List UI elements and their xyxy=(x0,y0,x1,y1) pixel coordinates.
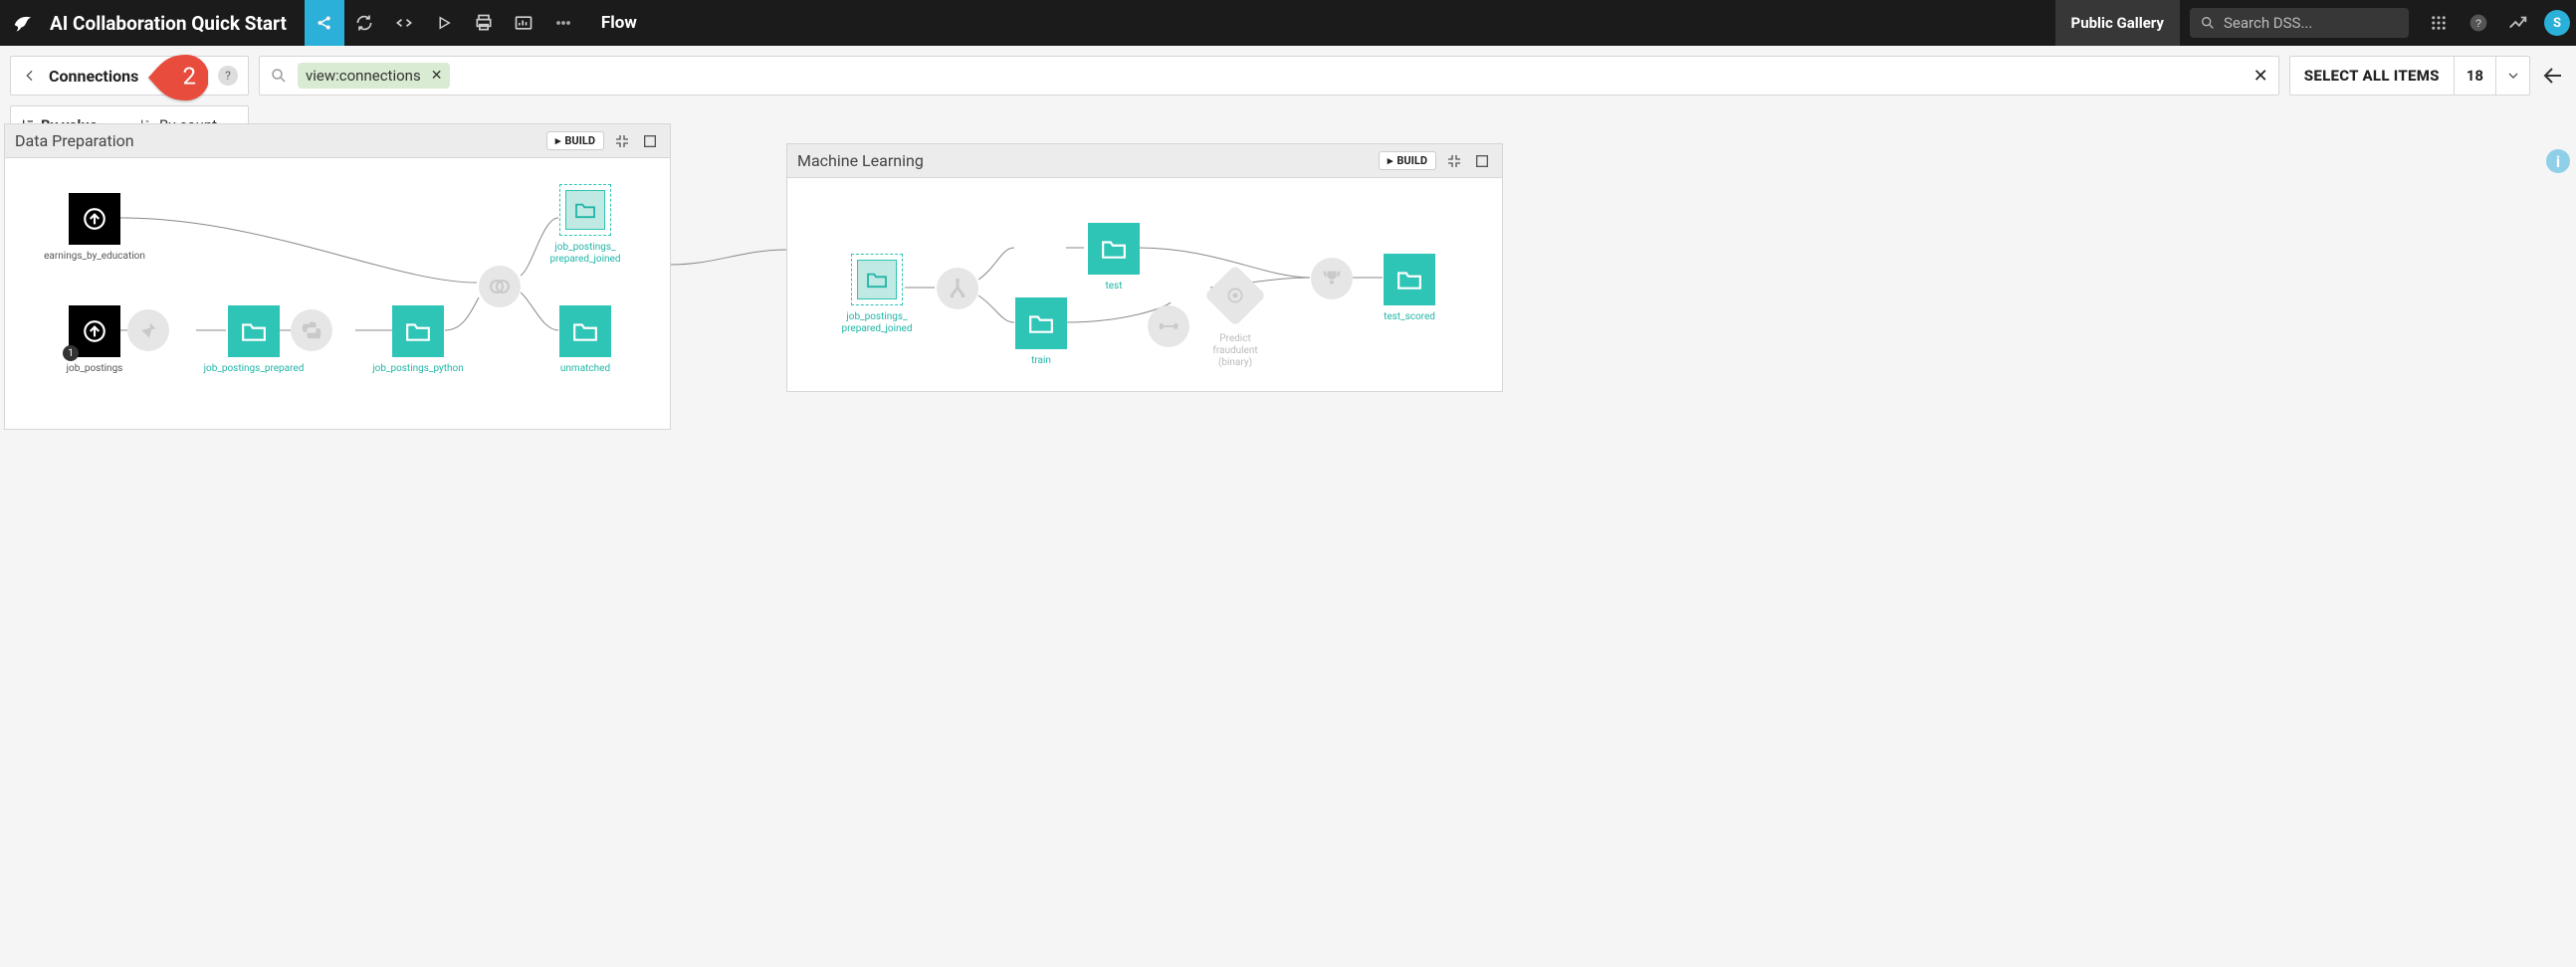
upload-icon xyxy=(82,318,107,344)
svg-text:?: ? xyxy=(2475,18,2481,30)
split-icon xyxy=(947,278,968,299)
share-icon[interactable] xyxy=(305,0,344,46)
python-icon xyxy=(301,319,322,341)
connections-pill[interactable]: Connections 2 ? xyxy=(10,56,249,96)
chevron-left-icon xyxy=(21,68,39,84)
folder-icon xyxy=(1396,269,1422,290)
code-icon[interactable] xyxy=(384,0,424,46)
dataset-test-scored[interactable]: test_scored xyxy=(1355,254,1464,323)
callout-bubble: 2 xyxy=(148,55,208,100)
build-button[interactable]: ▸ BUILD xyxy=(546,131,604,150)
dataset-unmatched[interactable]: unmatched xyxy=(531,305,640,375)
recipe-python[interactable] xyxy=(289,309,334,351)
recipe-split[interactable] xyxy=(935,268,980,309)
play-icon[interactable] xyxy=(424,0,464,46)
recipe-score[interactable] xyxy=(1309,258,1355,299)
dataset-earnings[interactable]: earnings_by_education xyxy=(40,193,149,263)
select-all-count: 18 xyxy=(2454,57,2495,95)
recipe-train[interactable] xyxy=(1146,305,1191,347)
search-icon xyxy=(270,67,288,85)
chevron-down-icon xyxy=(2505,68,2521,84)
dataset-ml-input[interactable]: job_postings_ prepared_joined xyxy=(822,254,932,335)
public-gallery-button[interactable]: Public Gallery xyxy=(2055,0,2180,46)
user-avatar[interactable]: S xyxy=(2544,10,2570,36)
folder-icon xyxy=(574,201,596,219)
join-icon xyxy=(488,275,512,298)
dataset-joined[interactable]: job_postings_ prepared_joined xyxy=(531,184,640,266)
target-icon xyxy=(1225,286,1245,305)
section-flow-label[interactable]: Flow xyxy=(601,13,637,33)
model-predict[interactable]: Predict fraudulent (binary) xyxy=(1205,274,1265,369)
search-icon xyxy=(2200,15,2216,31)
recipe-prepare[interactable] xyxy=(125,309,171,351)
logo-bird-icon[interactable] xyxy=(10,10,36,36)
folder-icon xyxy=(405,320,431,342)
chip-remove-icon[interactable]: ✕ xyxy=(431,68,443,84)
discussion-badge[interactable]: 1 xyxy=(63,345,79,361)
folder-icon xyxy=(866,271,888,289)
back-arrow-icon[interactable] xyxy=(2540,64,2566,88)
collapse-icon[interactable] xyxy=(1444,153,1464,169)
circle-arrows-icon[interactable] xyxy=(344,0,384,46)
dumbbell-icon xyxy=(1158,315,1180,337)
help-badge-icon[interactable]: ? xyxy=(218,66,238,86)
toolbar-row: Connections 2 ? view:connections ✕ ✕ SEL… xyxy=(0,46,2576,105)
select-all-button[interactable]: SELECT ALL ITEMS 18 xyxy=(2289,56,2530,96)
top-bar: AI Collaboration Quick Start Flow Public… xyxy=(0,0,2576,46)
select-all-dropdown[interactable] xyxy=(2495,57,2529,95)
zone-machine-learning[interactable]: Machine Learning ▸ BUILD job_postings_ p… xyxy=(786,143,1503,392)
folder-icon xyxy=(1101,238,1127,260)
folder-icon xyxy=(572,320,598,342)
project-title[interactable]: AI Collaboration Quick Start xyxy=(50,12,287,35)
trophy-icon xyxy=(1321,268,1343,290)
callout-number: 2 xyxy=(183,63,197,91)
zone-title: Data Preparation xyxy=(15,131,134,150)
broom-icon xyxy=(138,320,158,340)
global-search-input[interactable]: Search DSS... xyxy=(2190,8,2409,38)
flow-search-bar[interactable]: view:connections ✕ ✕ xyxy=(259,56,2279,96)
recipe-join[interactable] xyxy=(477,266,523,307)
help-icon[interactable]: ? xyxy=(2463,7,2494,39)
trend-icon[interactable] xyxy=(2502,7,2534,39)
build-button[interactable]: ▸ BUILD xyxy=(1379,151,1436,170)
dashboard-icon[interactable] xyxy=(504,0,543,46)
global-search-placeholder: Search DSS... xyxy=(2224,14,2312,32)
zone-header: Machine Learning ▸ BUILD xyxy=(787,144,1502,178)
search-chip[interactable]: view:connections ✕ xyxy=(298,63,450,89)
folder-icon xyxy=(241,320,267,342)
zone-title: Machine Learning xyxy=(797,151,924,170)
search-chip-label: view:connections xyxy=(306,67,421,85)
flow-canvas[interactable]: Data Preparation ▸ BUILD earnings_by_edu… xyxy=(0,105,2576,663)
more-icon[interactable] xyxy=(543,0,583,46)
print-icon[interactable] xyxy=(464,0,504,46)
folder-icon xyxy=(1028,312,1054,334)
dataset-train[interactable]: train xyxy=(986,297,1096,367)
zone-data-preparation[interactable]: Data Preparation ▸ BUILD earnings_by_edu… xyxy=(4,123,671,430)
apps-grid-icon[interactable] xyxy=(2423,7,2455,39)
maximize-icon[interactable] xyxy=(640,133,660,149)
dataset-test[interactable]: test xyxy=(1059,223,1169,292)
maximize-icon[interactable] xyxy=(1472,153,1492,169)
collapse-icon[interactable] xyxy=(612,133,632,149)
zone-header: Data Preparation ▸ BUILD xyxy=(5,124,670,158)
connections-label: Connections xyxy=(49,67,138,86)
upload-icon xyxy=(82,206,107,232)
select-all-label: SELECT ALL ITEMS xyxy=(2290,57,2454,95)
clear-search-icon[interactable]: ✕ xyxy=(2254,66,2268,87)
dataset-postings-python[interactable]: job_postings_python xyxy=(363,305,473,375)
